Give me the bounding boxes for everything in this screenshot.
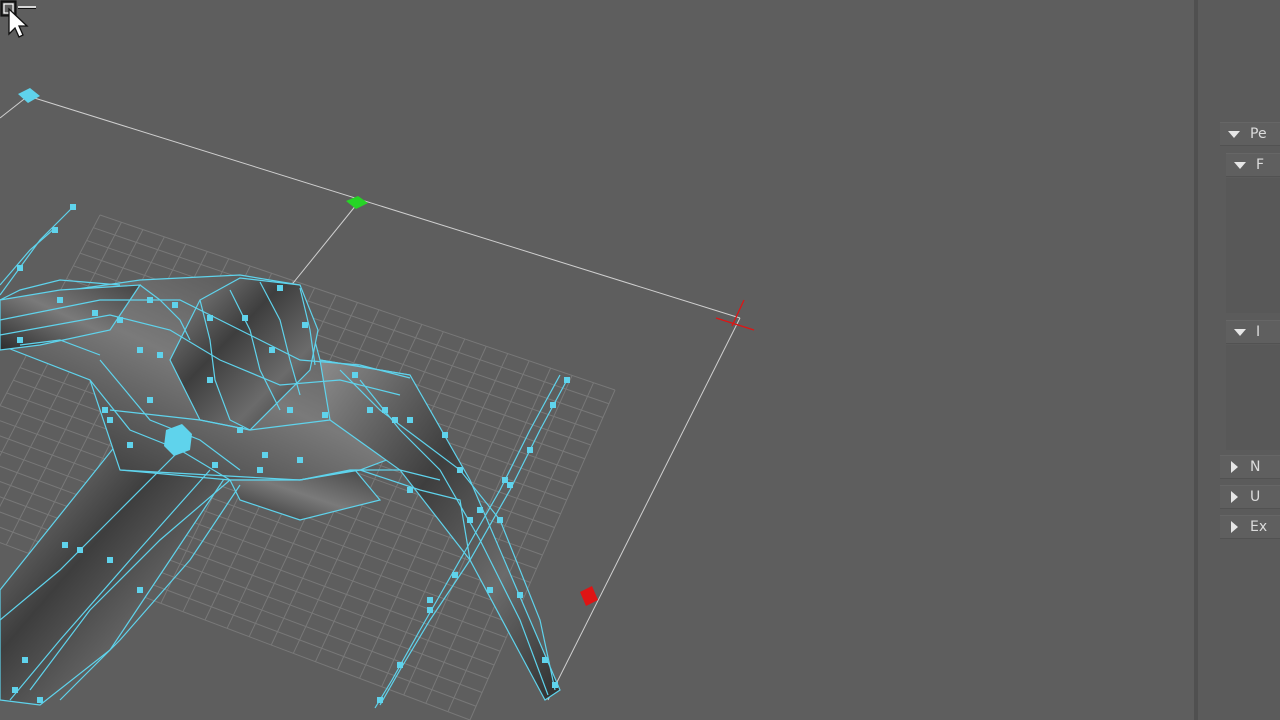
- mesh-vertex[interactable]: [137, 587, 143, 593]
- mesh-vertex[interactable]: [457, 467, 463, 473]
- mesh-vertex[interactable]: [542, 657, 548, 663]
- mesh-vertex[interactable]: [17, 337, 23, 343]
- y-axis-handle[interactable]: [346, 196, 368, 209]
- mesh-vertex[interactable]: [302, 322, 308, 328]
- mesh-vertex[interactable]: [427, 597, 433, 603]
- mesh-vertex[interactable]: [322, 412, 328, 418]
- viewport-canvas[interactable]: [0, 0, 1194, 720]
- section-header-i[interactable]: I: [1226, 320, 1280, 344]
- section-label: Pe: [1250, 126, 1267, 142]
- mesh-vertex[interactable]: [12, 687, 18, 693]
- mesh-vertex[interactable]: [137, 347, 143, 353]
- expand-triangle-icon: [1228, 130, 1240, 138]
- mesh-vertex[interactable]: [352, 372, 358, 378]
- mesh-vertex[interactable]: [157, 352, 163, 358]
- mesh-vertex[interactable]: [550, 402, 556, 408]
- mesh-vertex[interactable]: [37, 697, 43, 703]
- mesh-vertex[interactable]: [77, 547, 83, 553]
- collapse-triangle-icon: [1231, 491, 1238, 503]
- mesh-vertex[interactable]: [427, 607, 433, 613]
- mesh-vertex[interactable]: [172, 302, 178, 308]
- mesh-vertex[interactable]: [564, 377, 570, 383]
- section-header-ex[interactable]: Ex: [1220, 515, 1280, 539]
- mesh-vertex[interactable]: [397, 662, 403, 668]
- pivot-cross-icon: [715, 299, 755, 331]
- mesh-vertex[interactable]: [382, 407, 388, 413]
- section-label: I: [1256, 324, 1261, 340]
- section-label: F: [1256, 157, 1265, 173]
- mesh-vertex[interactable]: [107, 557, 113, 563]
- mesh-vertex[interactable]: [102, 407, 108, 413]
- mesh-vertex[interactable]: [147, 397, 153, 403]
- attribute-editor-panel: Pe F I N U Ex: [1198, 0, 1280, 720]
- mesh-vertex[interactable]: [147, 297, 153, 303]
- mesh-vertex[interactable]: [377, 697, 383, 703]
- mesh-vertex[interactable]: [22, 657, 28, 663]
- mesh-vertex[interactable]: [70, 204, 76, 210]
- mesh-vertex[interactable]: [467, 517, 473, 523]
- x-axis-handle[interactable]: [580, 586, 598, 606]
- section-header-pe[interactable]: Pe: [1220, 122, 1280, 146]
- mesh-vertex[interactable]: [487, 587, 493, 593]
- mesh-vertex[interactable]: [442, 432, 448, 438]
- mesh-vertex[interactable]: [497, 517, 503, 523]
- section-header-u[interactable]: U: [1220, 485, 1280, 509]
- mesh-vertex[interactable]: [52, 227, 58, 233]
- mesh-vertex[interactable]: [207, 377, 213, 383]
- mesh-vertex[interactable]: [407, 487, 413, 493]
- mesh-vertex[interactable]: [57, 297, 63, 303]
- mesh-vertex[interactable]: [502, 477, 508, 483]
- mesh-vertex[interactable]: [277, 285, 283, 291]
- mesh-vertex[interactable]: [287, 407, 293, 413]
- mesh-vertex[interactable]: [92, 310, 98, 316]
- section-label: Ex: [1250, 519, 1268, 535]
- mesh-vertex[interactable]: [269, 347, 275, 353]
- mesh-vertex[interactable]: [262, 452, 268, 458]
- mesh-vertex[interactable]: [527, 447, 533, 453]
- section-label: U: [1250, 489, 1261, 505]
- expand-triangle-icon: [1234, 328, 1246, 336]
- section-header-n[interactable]: N: [1220, 455, 1280, 479]
- section-label: N: [1250, 459, 1261, 475]
- mesh-vertex[interactable]: [107, 417, 113, 423]
- mesh-vertex[interactable]: [407, 417, 413, 423]
- mesh-vertex[interactable]: [392, 417, 398, 423]
- mesh-vertex[interactable]: [297, 457, 303, 463]
- mesh-vertex[interactable]: [207, 315, 213, 321]
- mesh-vertex[interactable]: [367, 407, 373, 413]
- mesh-vertex[interactable]: [257, 467, 263, 473]
- select-box-arrow-cursor: [0, 0, 36, 38]
- collapse-triangle-icon: [1231, 461, 1238, 473]
- mesh-vertex[interactable]: [212, 462, 218, 468]
- mesh-vertex[interactable]: [62, 542, 68, 548]
- mesh-vertex[interactable]: [517, 592, 523, 598]
- section-body-f: [1226, 178, 1280, 313]
- mesh-vertex[interactable]: [117, 317, 123, 323]
- perspective-viewport[interactable]: [0, 0, 1194, 720]
- expand-triangle-icon: [1234, 161, 1246, 169]
- mesh-vertex[interactable]: [552, 682, 558, 688]
- mesh-vertex[interactable]: [237, 427, 243, 433]
- mesh-vertex[interactable]: [242, 315, 248, 321]
- mesh-vertex[interactable]: [127, 442, 133, 448]
- section-header-f[interactable]: F: [1226, 153, 1280, 177]
- mesh-vertex[interactable]: [17, 265, 23, 271]
- section-body-i: [1226, 345, 1280, 450]
- mesh-vertex[interactable]: [452, 572, 458, 578]
- collapse-triangle-icon: [1231, 521, 1238, 533]
- mesh-vertex[interactable]: [477, 507, 483, 513]
